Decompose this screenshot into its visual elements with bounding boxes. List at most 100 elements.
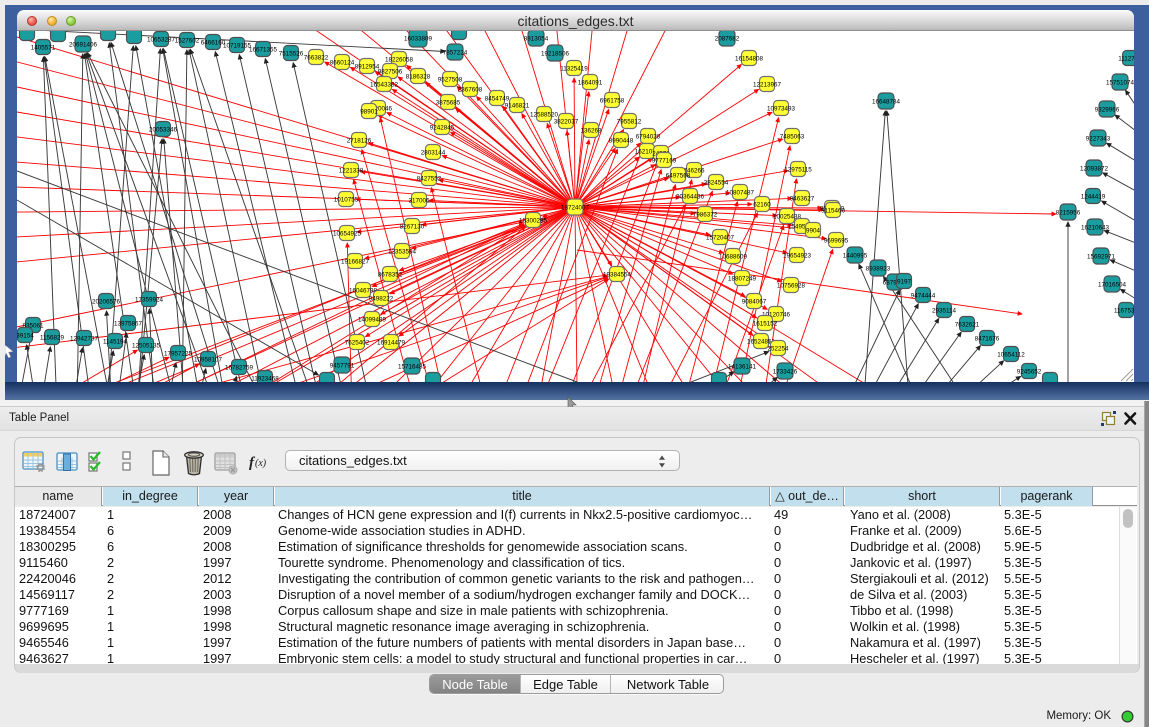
- svg-text:19384554: 19384554: [603, 271, 632, 278]
- svg-text:9457791: 9457791: [330, 362, 355, 369]
- svg-text:3822037: 3822037: [554, 118, 579, 125]
- svg-text:7625402: 7625402: [345, 339, 370, 346]
- svg-text:18300295: 18300295: [519, 217, 548, 224]
- svg-text:15751074: 15751074: [1106, 79, 1134, 86]
- svg-text:10654925: 10654925: [333, 230, 362, 237]
- svg-text:(x): (x): [255, 458, 267, 469]
- svg-text:16782759: 16782759: [225, 364, 254, 371]
- svg-text:12213967: 12213967: [753, 81, 782, 88]
- svg-text:15720407: 15720407: [706, 234, 735, 241]
- svg-text:317006: 317006: [408, 197, 430, 204]
- svg-text:16210643: 16210643: [1081, 224, 1110, 231]
- svg-text:98901: 98901: [360, 108, 378, 115]
- svg-text:18807249: 18807249: [728, 275, 757, 282]
- svg-text:9115460: 9115460: [821, 207, 846, 214]
- svg-text:10756928: 10756928: [777, 282, 806, 289]
- svg-text:9463627: 9463627: [790, 195, 815, 202]
- svg-text:1405571: 1405571: [31, 44, 56, 51]
- svg-text:6497568: 6497568: [666, 172, 691, 179]
- svg-text:1440995: 1440995: [843, 252, 868, 259]
- svg-text:8912954: 8912954: [355, 63, 380, 70]
- svg-text:2803144: 2803144: [421, 149, 446, 156]
- svg-text:1112714: 1112714: [1118, 55, 1134, 62]
- svg-text:16154808: 16154808: [735, 55, 764, 62]
- svg-text:12975115: 12975115: [784, 166, 812, 173]
- svg-text:7663822: 7663822: [304, 54, 329, 61]
- svg-text:20206576: 20206576: [92, 298, 121, 305]
- svg-text:2367608: 2367608: [458, 86, 483, 93]
- svg-text:8215956: 8215956: [1056, 209, 1081, 216]
- svg-text:1244419: 1244419: [1081, 193, 1106, 200]
- svg-text:18724007: 18724007: [561, 204, 590, 211]
- svg-text:6794028: 6794028: [636, 133, 661, 140]
- svg-text:7857224: 7857224: [443, 49, 468, 56]
- svg-text:12353594: 12353594: [388, 248, 417, 255]
- svg-text:12505135: 12505135: [132, 342, 161, 349]
- svg-text:8813054: 8813054: [524, 35, 549, 42]
- svg-text:9242845: 9242845: [430, 124, 455, 131]
- svg-text:8454749: 8454749: [485, 95, 510, 102]
- svg-text:8678352: 8678352: [378, 271, 403, 278]
- svg-text:8471676: 8471676: [975, 335, 1000, 342]
- svg-text:9329966: 9329966: [1095, 106, 1120, 113]
- svg-text:3875685: 3875685: [436, 99, 461, 106]
- svg-text:1615152: 1615152: [753, 320, 778, 327]
- svg-text:17016504: 17016504: [1098, 281, 1127, 288]
- svg-text:8267130: 8267130: [400, 223, 425, 230]
- svg-text:10958107: 10958107: [194, 356, 223, 363]
- svg-text:2087682: 2087682: [715, 35, 740, 42]
- svg-text:10688609: 10688609: [719, 253, 748, 260]
- svg-text:62160: 62160: [753, 201, 771, 208]
- svg-text:136269: 136269: [580, 127, 602, 134]
- svg-text:10653287: 10653287: [147, 36, 176, 43]
- svg-text:9527508: 9527508: [438, 76, 463, 83]
- svg-text:12942737: 12942737: [70, 335, 99, 342]
- svg-text:6961758: 6961758: [600, 97, 625, 104]
- svg-text:10973493: 10973493: [767, 105, 796, 112]
- svg-text:1527602: 1527602: [175, 37, 200, 44]
- svg-text:7485063: 7485063: [780, 133, 805, 140]
- svg-text:39154: 39154: [17, 332, 34, 339]
- svg-text:20691406: 20691406: [69, 41, 98, 48]
- svg-text:9777169: 9777169: [652, 157, 677, 164]
- svg-text:17957225: 17957225: [164, 350, 193, 357]
- svg-text:9498222: 9498222: [369, 295, 394, 302]
- svg-text:16648784: 16648784: [872, 98, 901, 105]
- svg-text:1864091: 1864091: [578, 79, 603, 86]
- svg-text:16033809: 16033809: [404, 35, 433, 42]
- svg-text:20364436: 20364436: [676, 193, 705, 200]
- svg-text:7986372: 7986372: [693, 211, 718, 218]
- svg-text:11923468: 11923468: [251, 375, 279, 382]
- svg-text:15716485: 15716485: [398, 363, 427, 370]
- svg-text:16671355: 16671355: [249, 46, 278, 53]
- svg-text:9474444: 9474444: [911, 292, 936, 299]
- svg-text:13975867: 13975867: [114, 320, 143, 327]
- svg-text:1733426: 1733426: [773, 368, 798, 375]
- svg-text:1010755: 1010755: [334, 196, 359, 203]
- svg-text:11325419: 11325419: [560, 65, 588, 72]
- svg-text:20053346: 20053346: [149, 126, 178, 133]
- svg-text:8186328: 8186328: [406, 73, 431, 80]
- svg-text:7515526: 7515526: [279, 50, 304, 57]
- svg-text:9245652: 9245652: [1017, 368, 1042, 375]
- svg-text:9904: 9904: [806, 227, 821, 234]
- svg-text:7955812: 7955812: [617, 118, 642, 125]
- svg-text:10654112: 10654112: [997, 351, 1025, 358]
- svg-text:9197: 9197: [897, 278, 912, 285]
- svg-text:8427552: 8427552: [417, 175, 442, 182]
- svg-text:9146821: 9146821: [505, 102, 530, 109]
- svg-text:9227343: 9227343: [1086, 135, 1111, 142]
- svg-text:2935114: 2935114: [932, 307, 957, 314]
- svg-text:10807487: 10807487: [726, 189, 755, 196]
- svg-text:8990448: 8990448: [609, 137, 634, 144]
- svg-text:9827506: 9827506: [378, 68, 403, 75]
- svg-text:19166827: 19166827: [341, 258, 370, 265]
- svg-text:14099489: 14099489: [358, 316, 387, 323]
- svg-text:19654923: 19654923: [783, 252, 812, 259]
- svg-text:1145194: 1145194: [103, 338, 128, 345]
- svg-text:14136141: 14136141: [728, 363, 757, 370]
- svg-text:1167534: 1167534: [1114, 307, 1134, 314]
- svg-text:16543382: 16543382: [370, 81, 399, 88]
- svg-text:19218506: 19218506: [541, 50, 570, 57]
- svg-text:12093872: 12093872: [1080, 165, 1109, 172]
